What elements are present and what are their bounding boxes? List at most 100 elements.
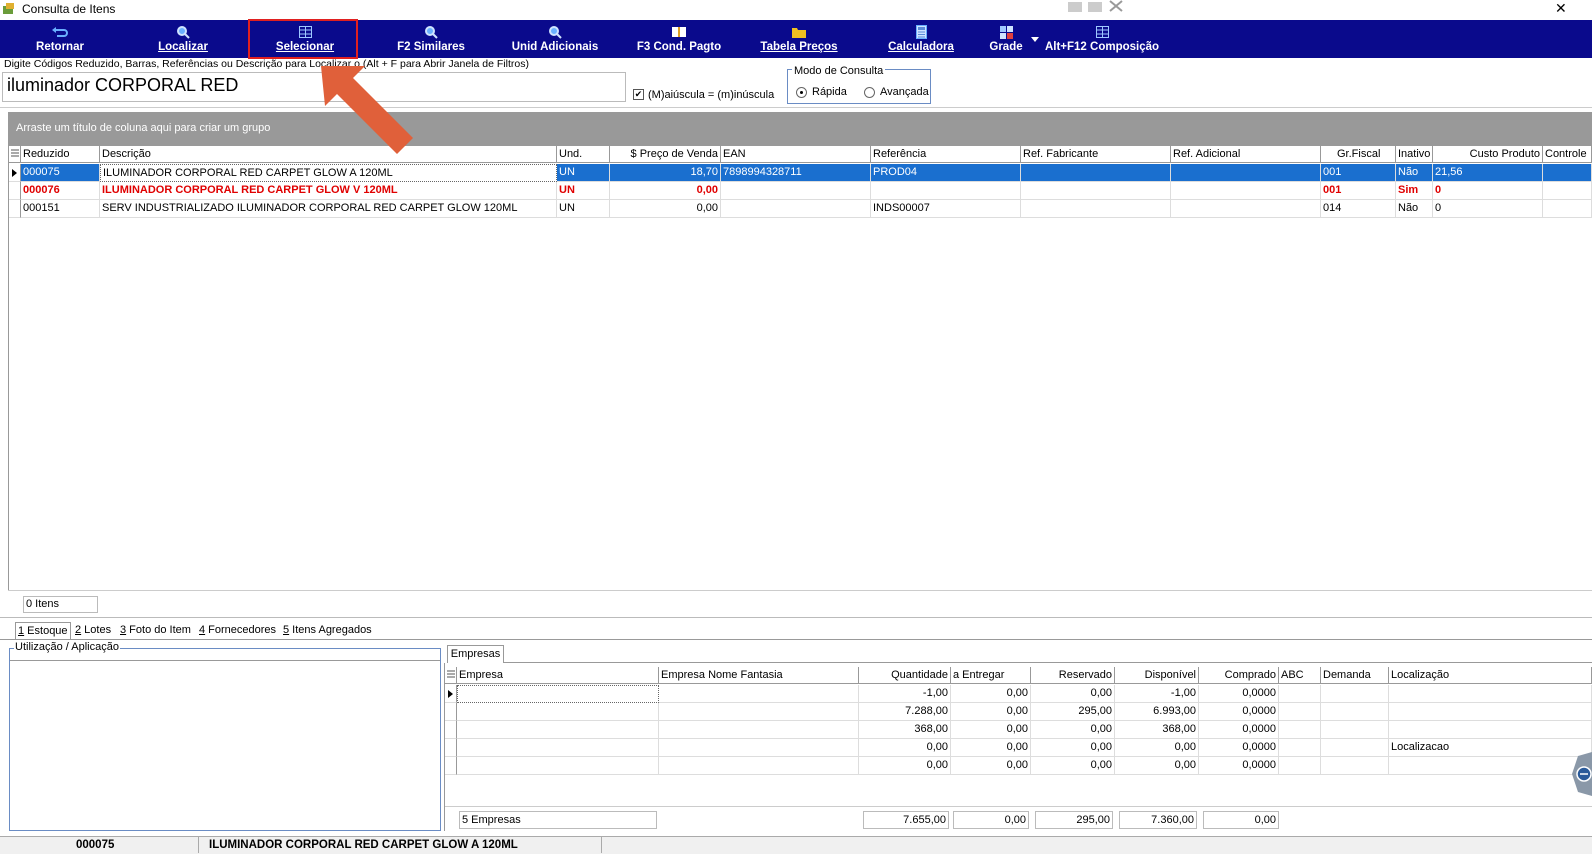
table-row-cell[interactable]: 0,00 [1031, 685, 1115, 703]
table-row-cell[interactable]: 0,00 [951, 685, 1031, 703]
radio-rapida[interactable] [796, 87, 807, 98]
table-row-cell[interactable] [1321, 757, 1389, 775]
row-indicator[interactable] [9, 182, 21, 200]
table-row-cell[interactable]: Não [1396, 200, 1433, 218]
table-row-cell[interactable]: 0,0000 [1199, 739, 1279, 757]
case-checkbox[interactable]: ✔ [633, 89, 644, 100]
table-row-cell[interactable]: UN [557, 200, 610, 218]
table-row-cell[interactable]: UN [557, 164, 610, 182]
tab-itens-agregados[interactable]: 5 Itens Agregados [281, 622, 374, 639]
col-disponivel[interactable]: Disponível [1115, 667, 1199, 684]
tab-lotes[interactable]: 2 Lotes [73, 622, 113, 639]
row-indicator[interactable] [9, 164, 21, 182]
col-reservado[interactable]: Reservado [1031, 667, 1115, 684]
table-row-cell[interactable] [1279, 721, 1321, 739]
table-row-cell[interactable]: 0 [1433, 182, 1543, 200]
table-row-cell[interactable] [1543, 200, 1592, 218]
tabela-precos-button[interactable]: Tabela Preços [758, 20, 840, 58]
col-preco-venda[interactable]: $ Preço de Venda [610, 146, 721, 163]
empresas-indicator-header[interactable] [445, 667, 457, 684]
table-row-cell[interactable]: 368,00 [1115, 721, 1199, 739]
col-controle[interactable]: Controle [1543, 146, 1592, 163]
table-row-cell[interactable]: -1,00 [859, 685, 951, 703]
table-row-cell[interactable]: 000075 [21, 164, 100, 182]
table-row-cell[interactable] [659, 757, 859, 775]
table-row-cell[interactable]: 0,0000 [1199, 757, 1279, 775]
table-row-cell[interactable] [1171, 164, 1321, 182]
row-indicator[interactable] [445, 685, 457, 703]
table-row-cell[interactable]: ILUMINADOR CORPORAL RED CARPET GLOW A 12… [100, 164, 557, 182]
col-inativo[interactable]: Inativo [1396, 146, 1433, 163]
table-row-cell[interactable]: 295,00 [1031, 703, 1115, 721]
table-row-cell[interactable] [1321, 685, 1389, 703]
tab-foto-do-item[interactable]: 3 Foto do Item [118, 622, 193, 639]
localizar-button[interactable]: Localizar [150, 20, 216, 58]
col-referencia[interactable]: Referência [871, 146, 1021, 163]
col-und[interactable]: Und. [557, 146, 610, 163]
table-row-cell[interactable]: 014 [1321, 200, 1396, 218]
table-row-cell[interactable]: 0,00 [951, 739, 1031, 757]
tab-estoque[interactable]: 1 Estoque [15, 622, 71, 639]
table-row-cell[interactable]: 18,70 [610, 164, 721, 182]
grid-indicator-header[interactable] [9, 146, 21, 163]
table-row-cell[interactable] [1389, 721, 1592, 739]
table-row-cell[interactable]: INDS00007 [871, 200, 1021, 218]
table-row-cell[interactable]: 0,00 [951, 757, 1031, 775]
table-row-cell[interactable] [1171, 200, 1321, 218]
table-row-cell[interactable] [1543, 182, 1592, 200]
retornar-button[interactable]: Retornar [30, 20, 90, 58]
calculadora-button[interactable]: Calculadora [886, 20, 956, 58]
table-row-cell[interactable] [457, 721, 659, 739]
table-row-cell[interactable] [871, 182, 1021, 200]
table-row-cell[interactable]: 368,00 [859, 721, 951, 739]
col-ref-fabricante[interactable]: Ref. Fabricante [1021, 146, 1171, 163]
table-row-cell[interactable]: 7.288,00 [859, 703, 951, 721]
search-input[interactable]: iluminador CORPORAL RED [2, 72, 626, 102]
table-row-cell[interactable]: SERV INDUSTRIALIZADO ILUMINADOR CORPORAL… [100, 200, 557, 218]
table-row-cell[interactable]: 0,00 [1031, 721, 1115, 739]
table-row-cell[interactable] [1021, 164, 1171, 182]
table-row-cell[interactable] [457, 739, 659, 757]
col-reduzido[interactable]: Reduzido [21, 146, 100, 163]
table-row-cell[interactable]: 000151 [21, 200, 100, 218]
table-row-cell[interactable]: -1,00 [1115, 685, 1199, 703]
table-row-cell[interactable]: ILUMINADOR CORPORAL RED CARPET GLOW V 12… [100, 182, 557, 200]
row-indicator[interactable] [445, 757, 457, 775]
table-row-cell[interactable]: 0,00 [1031, 757, 1115, 775]
table-row-cell[interactable]: 0,00 [951, 703, 1031, 721]
col-gr-fiscal[interactable]: Gr.Fiscal [1321, 146, 1396, 163]
col-abc[interactable]: ABC [1279, 667, 1321, 684]
col-empresa[interactable]: Empresa [457, 667, 659, 684]
col-empresa-nome-fantasia[interactable]: Empresa Nome Fantasia [659, 667, 859, 684]
table-row-cell[interactable] [721, 200, 871, 218]
table-row-cell[interactable]: 0,00 [610, 182, 721, 200]
unid-adicionais-button[interactable]: Unid Adicionais [510, 20, 600, 58]
table-row-cell[interactable] [721, 182, 871, 200]
table-row-cell[interactable] [659, 685, 859, 703]
table-row-cell[interactable] [1543, 164, 1592, 182]
col-quantidade[interactable]: Quantidade [859, 667, 951, 684]
alt-f12-composicao-button[interactable]: Alt+F12 Composição [1044, 20, 1160, 58]
table-row-cell[interactable] [659, 703, 859, 721]
table-row-cell[interactable]: 6.993,00 [1115, 703, 1199, 721]
table-row-cell[interactable] [1279, 685, 1321, 703]
col-comprado[interactable]: Comprado [1199, 667, 1279, 684]
table-row-cell[interactable]: 0,00 [1031, 739, 1115, 757]
f3-cond-pagto-button[interactable]: F3 Cond. Pagto [634, 20, 724, 58]
utilizacao-textarea[interactable] [10, 660, 440, 830]
table-row-cell[interactable] [1389, 757, 1592, 775]
col-ean[interactable]: EAN [721, 146, 871, 163]
table-row-cell[interactable] [1321, 739, 1389, 757]
col-localizacao[interactable]: Localização [1389, 667, 1592, 684]
table-row-cell[interactable]: 0,00 [1115, 739, 1199, 757]
table-row-cell[interactable]: Sim [1396, 182, 1433, 200]
row-indicator[interactable] [9, 200, 21, 218]
table-row-cell[interactable]: 000076 [21, 182, 100, 200]
group-by-panel[interactable]: Arraste um título de coluna aqui para cr… [8, 112, 1592, 146]
table-row-cell[interactable] [1321, 721, 1389, 739]
table-row-cell[interactable]: PROD04 [871, 164, 1021, 182]
f2-similares-button[interactable]: F2 Similares [388, 20, 474, 58]
table-row-cell[interactable] [1279, 703, 1321, 721]
table-row-cell[interactable] [1279, 739, 1321, 757]
table-row-cell[interactable]: UN [557, 182, 610, 200]
